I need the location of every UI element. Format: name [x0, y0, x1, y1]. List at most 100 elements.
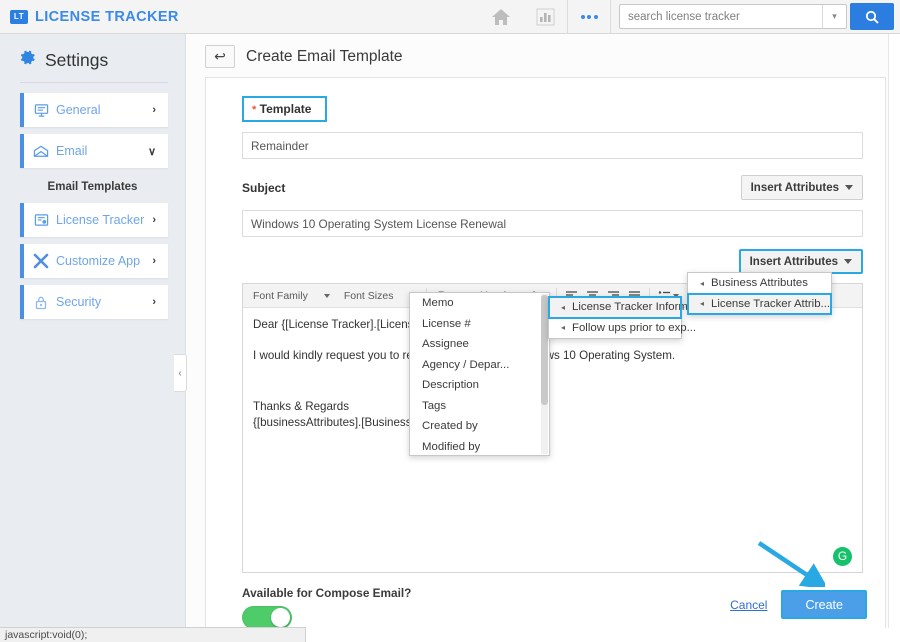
- form-card: * Template Subject Insert Attributes: [205, 77, 886, 628]
- brand[interactable]: LT LICENSE TRACKER: [0, 9, 179, 25]
- subject-input[interactable]: [243, 215, 862, 232]
- body-attributes-row: Insert Attributes: [242, 249, 863, 274]
- sidebar-title: Settings: [45, 49, 109, 70]
- submenu-arrow-icon: ◂: [700, 278, 705, 288]
- menu-item-business-attributes[interactable]: ◂ Business Attributes: [688, 273, 831, 294]
- search-input[interactable]: [620, 9, 822, 24]
- sidebar-item-customize-app[interactable]: Customize App ›: [20, 244, 168, 278]
- page-title: Create Email Template: [246, 47, 403, 65]
- menu-item-label: License Tracker Inform...: [572, 301, 698, 314]
- menu-item-description[interactable]: Description: [410, 375, 549, 396]
- compose-email-toggle[interactable]: [242, 606, 292, 628]
- font-size-label: Font Sizes: [343, 289, 394, 302]
- chevron-right-icon: ›: [152, 296, 156, 308]
- main-content: ↩ Create Email Template * Template Subje…: [187, 34, 900, 628]
- lock-icon: [26, 295, 56, 310]
- insert-attributes-body-button[interactable]: Insert Attributes: [738, 249, 863, 274]
- page-scrollbar[interactable]: [888, 34, 900, 628]
- more-icon[interactable]: [567, 0, 611, 34]
- template-name-input[interactable]: [243, 137, 862, 154]
- insert-attributes-body-label: Insert Attributes: [749, 255, 838, 268]
- sidebar-item-security[interactable]: Security ›: [20, 285, 168, 319]
- menu-item-created-by[interactable]: Created by: [410, 416, 549, 437]
- font-family-label: Font Family: [253, 289, 308, 302]
- chevron-right-icon: ›: [152, 214, 156, 226]
- sidebar-item-email[interactable]: Email ∨: [20, 134, 168, 168]
- email-template-form: * Template Subject Insert Attributes: [206, 78, 885, 628]
- back-arrow-icon: ↩: [214, 48, 226, 64]
- menu-item-modified-by[interactable]: Modified by: [410, 437, 549, 456]
- search-scope-chevron-down-icon[interactable]: ▾: [822, 5, 846, 28]
- home-icon[interactable]: [479, 0, 523, 34]
- attributes-dropdown-menu[interactable]: Memo License # Assignee Agency / Depar..…: [409, 292, 550, 456]
- license-tracker-submenu[interactable]: ◂ License Tracker Inform... ◂ Follow ups…: [548, 296, 697, 339]
- attributes-menu-scroller: Memo License # Assignee Agency / Depar..…: [410, 293, 549, 455]
- sidebar: Settings General › Email ∨ Email Templat…: [0, 34, 187, 628]
- menu-item-agency-department[interactable]: Agency / Depar...: [410, 355, 549, 376]
- subject-label: Subject: [242, 180, 286, 195]
- menu-item-follow-ups-prior-to-expiry[interactable]: ◂ Follow ups prior to exp...: [549, 318, 696, 339]
- envelope-icon: [26, 145, 56, 158]
- sidebar-item-label: Email: [56, 144, 88, 158]
- create-button[interactable]: Create: [781, 590, 867, 619]
- sidebar-item-label: License Tracker: [56, 213, 145, 227]
- chevron-right-icon: ›: [152, 104, 156, 116]
- submenu-arrow-icon: ◂: [700, 299, 705, 309]
- chevron-down-icon: [844, 259, 852, 264]
- top-bar: LT LICENSE TRACKER ▾: [0, 0, 900, 34]
- sidebar-item-license-tracker[interactable]: License Tracker ›: [20, 203, 168, 237]
- chevron-down-icon: ∨: [147, 145, 156, 158]
- license-card-icon: [26, 213, 56, 227]
- sidebar-subheading: Email Templates: [47, 181, 138, 193]
- menu-item-license-number[interactable]: License #: [410, 314, 549, 335]
- search-button[interactable]: [850, 3, 894, 30]
- menu-scrollbar-thumb[interactable]: [541, 295, 548, 405]
- subject-row: Subject Insert Attributes: [242, 175, 863, 200]
- insert-attributes-subject-label: Insert Attributes: [750, 181, 839, 194]
- back-button[interactable]: ↩: [205, 45, 235, 68]
- brand-title: LICENSE TRACKER: [35, 8, 179, 25]
- search-area: ▾: [619, 3, 900, 30]
- gear-icon: [18, 48, 37, 72]
- subject-field[interactable]: [242, 210, 863, 237]
- tools-icon: [26, 253, 56, 269]
- editor-line-signoff: Thanks & Regards: [253, 399, 350, 413]
- sidebar-collapse-handle[interactable]: ‹: [174, 354, 187, 392]
- sidebar-item-label: General: [56, 103, 101, 117]
- sidebar-item-general[interactable]: General ›: [20, 93, 168, 127]
- more-dots: [580, 14, 598, 19]
- sidebar-item-label: Security: [56, 295, 102, 309]
- submenu-arrow-icon: ◂: [561, 323, 566, 333]
- menu-item-license-tracker-attributes[interactable]: ◂ License Tracker Attrib...: [687, 292, 832, 315]
- editor-body[interactable]: Dear {[License Tracker].[License Tracker…: [243, 308, 862, 572]
- menu-item-label: Business Attributes: [711, 277, 808, 290]
- status-bar: javascript:void(0);: [0, 627, 306, 642]
- chevron-right-icon: ›: [152, 255, 156, 267]
- editor-line-signature: {[businessAttributes].[Business Informat…: [253, 416, 514, 430]
- menu-item-label: Follow ups prior to exp...: [572, 321, 697, 334]
- monitor-icon: [26, 103, 56, 118]
- grammarly-icon[interactable]: G: [833, 547, 852, 566]
- menu-item-label: License Tracker Attrib...: [711, 297, 831, 310]
- insert-attributes-subject-button[interactable]: Insert Attributes: [740, 175, 863, 200]
- reports-chart-icon[interactable]: [523, 0, 567, 34]
- toggle-knob: [271, 608, 290, 627]
- chevron-down-icon: [323, 293, 330, 298]
- template-name-field[interactable]: [242, 132, 863, 159]
- menu-item-memo[interactable]: Memo: [410, 293, 549, 314]
- template-label-text: Template: [259, 102, 312, 116]
- cancel-link[interactable]: Cancel: [730, 598, 767, 612]
- business-attributes-menu[interactable]: ◂ Business Attributes ◂ License Tracker …: [687, 272, 832, 315]
- sidebar-item-label: Customize App: [56, 254, 141, 268]
- sidebar-divider: [20, 82, 168, 83]
- menu-item-license-tracker-information[interactable]: ◂ License Tracker Inform...: [548, 296, 697, 319]
- app-window: LT LICENSE TRACKER ▾: [0, 0, 900, 642]
- required-asterisk: *: [252, 104, 257, 116]
- font-family-select[interactable]: Font Family: [247, 286, 336, 306]
- top-icon-group: [479, 0, 611, 34]
- menu-item-tags[interactable]: Tags: [410, 396, 549, 417]
- search-box[interactable]: ▾: [619, 4, 847, 29]
- page-header: ↩ Create Email Template: [187, 34, 900, 77]
- editor-line-request: I would kindly request you to renew the …: [253, 348, 676, 362]
- menu-item-assignee[interactable]: Assignee: [410, 334, 549, 355]
